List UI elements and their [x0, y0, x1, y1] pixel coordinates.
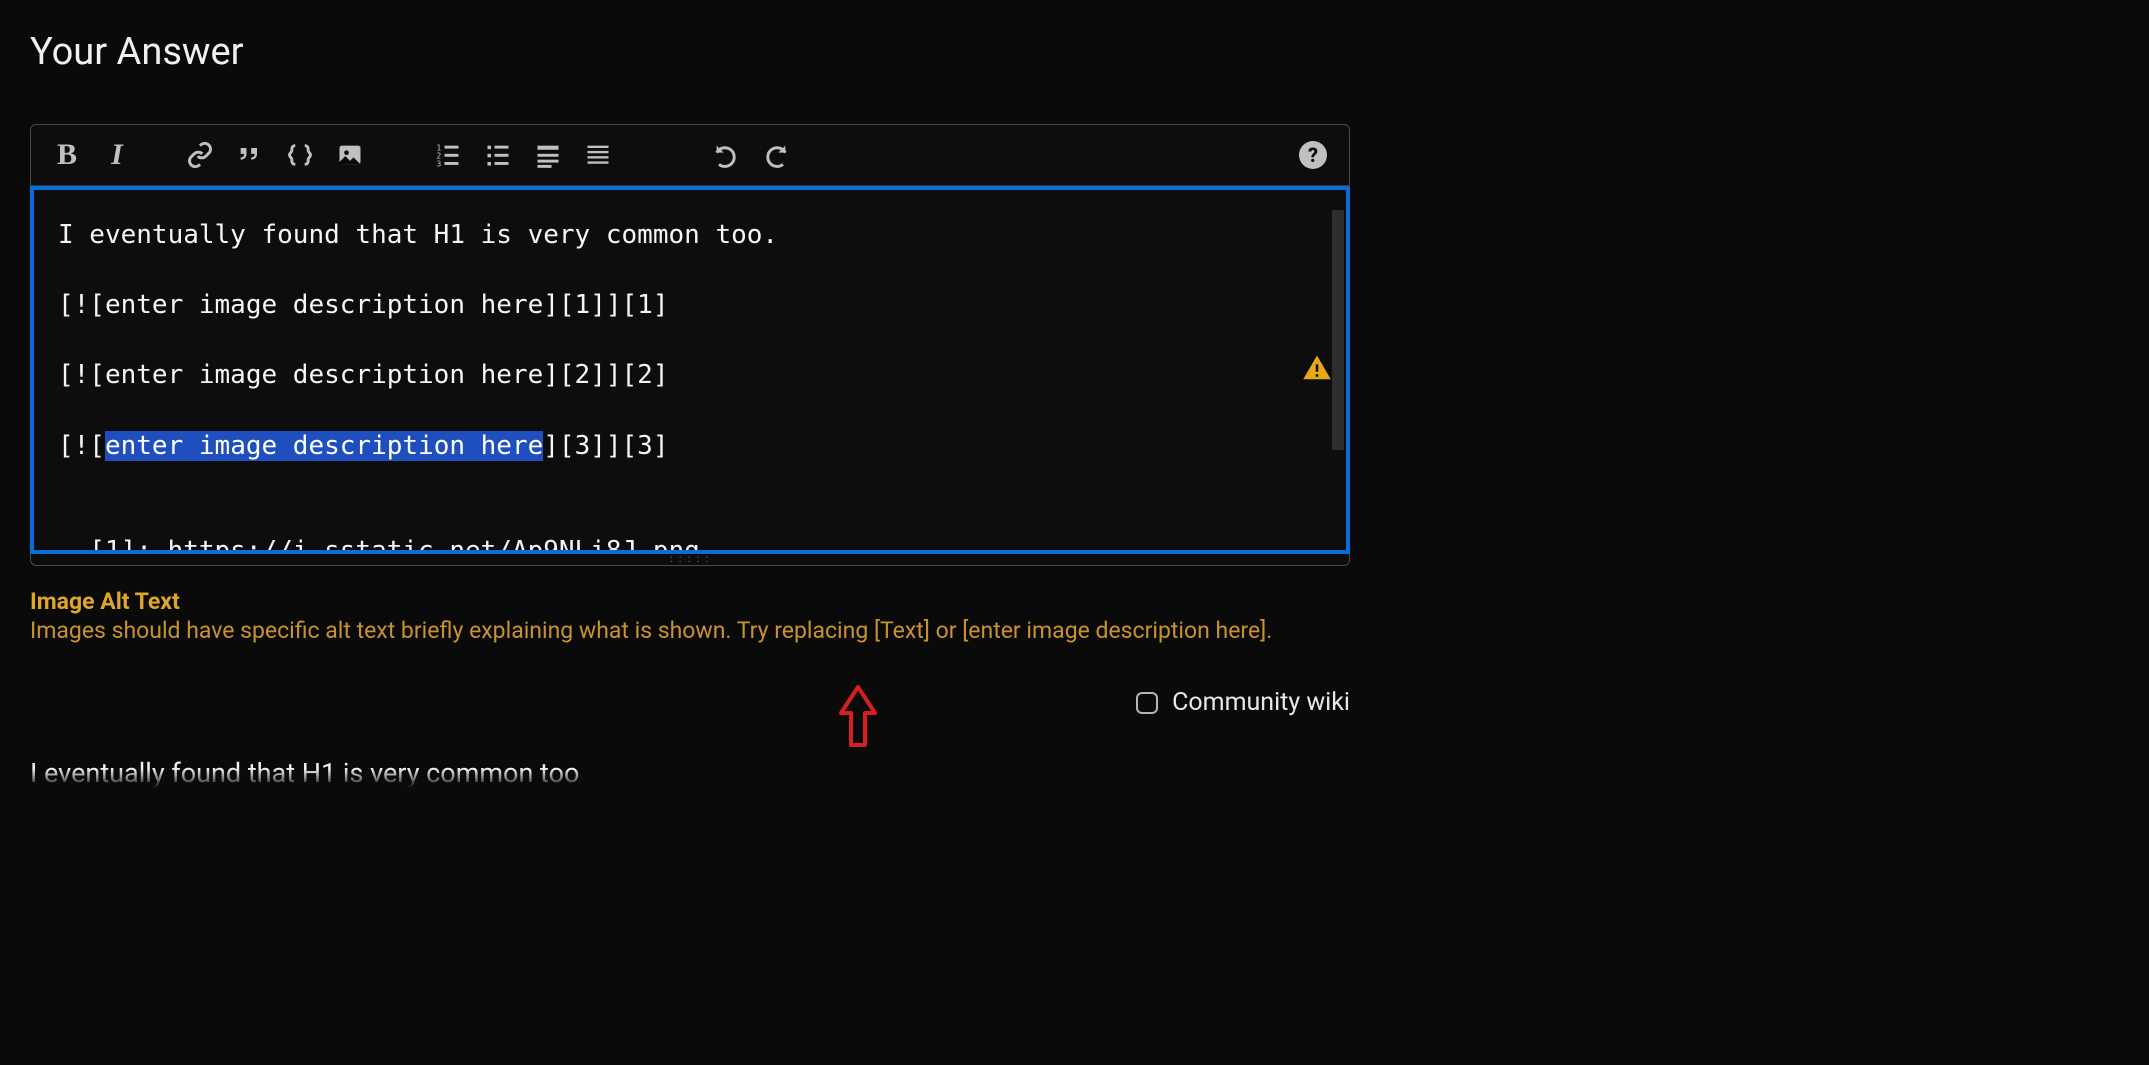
heading-button[interactable]: [532, 139, 564, 171]
editor-line: [1]: https://i.sstatic.net/Ap9NLi8J.png: [58, 536, 700, 550]
hint-body: Images should have specific alt text bri…: [30, 617, 1350, 644]
preview-text: I eventually found that H1 is very commo…: [30, 757, 1350, 789]
alt-text-hint: Image Alt Text Images should have specif…: [30, 588, 1350, 644]
editor-line-part: [![: [58, 431, 105, 461]
answer-editor: B I 123: [30, 124, 1350, 566]
undo-button[interactable]: [710, 139, 742, 171]
image-button[interactable]: [334, 139, 366, 171]
help-icon: ?: [1299, 141, 1327, 169]
redo-button[interactable]: [760, 139, 792, 171]
editor-scrollbar[interactable]: [1332, 210, 1344, 540]
checkbox-box: [1136, 692, 1158, 714]
community-wiki-checkbox[interactable]: Community wiki: [1136, 688, 1350, 717]
quote-button[interactable]: [234, 139, 266, 171]
svg-text:3: 3: [436, 159, 441, 169]
editor-body-container: I eventually found that H1 is very commo…: [30, 186, 1350, 554]
hr-button[interactable]: [582, 139, 614, 171]
section-heading: Your Answer: [30, 30, 2119, 74]
bold-button[interactable]: B: [51, 139, 83, 171]
link-button[interactable]: [184, 139, 216, 171]
italic-button[interactable]: I: [101, 139, 133, 171]
annotation-arrow: [835, 683, 881, 755]
ordered-list-button[interactable]: 123: [432, 139, 464, 171]
scrollbar-thumb[interactable]: [1332, 210, 1344, 450]
editor-toolbar: B I 123: [31, 125, 1349, 186]
code-button[interactable]: [284, 139, 316, 171]
warning-icon[interactable]: [1302, 353, 1332, 387]
editor-line: [![enter image description here][1]][1]: [58, 290, 668, 320]
resize-grippie[interactable]: : : : : :: [31, 553, 1349, 565]
hint-title: Image Alt Text: [30, 588, 1350, 615]
editor-line: I eventually found that H1 is very commo…: [58, 220, 778, 250]
editor-textarea[interactable]: I eventually found that H1 is very commo…: [34, 190, 1346, 550]
editor-line-part: ][3]][3]: [543, 431, 668, 461]
editor-selection: enter image description here: [105, 431, 543, 461]
unordered-list-button[interactable]: [482, 139, 514, 171]
editor-line: [![enter image description here][2]][2]: [58, 360, 668, 390]
help-button[interactable]: ?: [1297, 139, 1329, 171]
checkbox-label: Community wiki: [1172, 688, 1350, 717]
